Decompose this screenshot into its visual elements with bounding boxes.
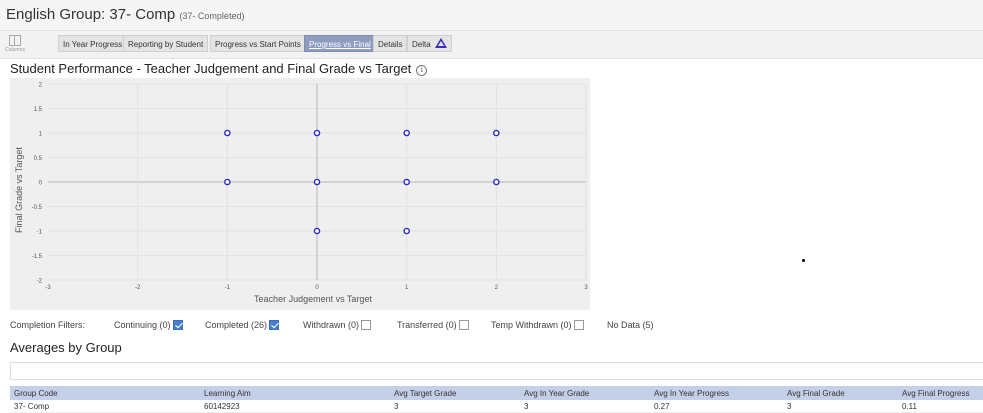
table-cell: 60142923 <box>200 400 390 413</box>
filter-label: Withdrawn (0) <box>303 320 360 330</box>
tab-label: Progress vs Final <box>309 40 371 49</box>
columns-button[interactable]: Columns <box>2 33 28 57</box>
tab-details[interactable]: Details <box>373 35 408 52</box>
column-header[interactable]: Avg In Year Progress <box>650 386 783 400</box>
tab-label: Progress vs Start Points <box>215 40 301 49</box>
y-tick-label: -1.5 <box>32 254 43 260</box>
tab-progress-vs-final[interactable]: Progress vs Final <box>304 35 376 52</box>
info-icon[interactable]: i <box>416 65 428 76</box>
filter-checkbox[interactable] <box>573 320 584 330</box>
group-subtitle: (37- Completed) <box>179 11 245 21</box>
grid-filter-bar[interactable] <box>10 362 983 380</box>
filter-label: Continuing (0) <box>114 320 171 330</box>
filter-label: Transferred (0) <box>397 320 457 330</box>
filter-checkbox[interactable] <box>458 320 469 330</box>
column-header[interactable]: Learning Aim <box>200 386 390 400</box>
delta-icon <box>434 38 447 48</box>
filter-continuing[interactable]: Continuing (0) <box>114 320 183 330</box>
tab-label: Details <box>378 40 403 49</box>
columns-label: Columns <box>5 47 25 53</box>
title-bar: English Group: 37- Comp (37- Completed) <box>0 0 983 31</box>
table-header-row: Group Code Learning Aim Avg Target Grade… <box>10 386 983 400</box>
filter-temp-withdrawn[interactable]: Temp Withdrawn (0) <box>491 320 584 330</box>
data-point <box>313 178 321 186</box>
y-axis-title: Final Grade vs Target <box>14 147 24 233</box>
averages-heading: Averages by Group <box>10 340 122 355</box>
x-tick-label: -3 <box>45 285 51 291</box>
column-header[interactable]: Avg Final Progress <box>898 386 983 400</box>
data-point <box>224 178 231 186</box>
tab-progress-vs-start-points[interactable]: Progress vs Start Points <box>210 35 306 52</box>
data-point <box>403 129 410 137</box>
table-cell: 3 <box>520 400 650 413</box>
filters-label: Completion Filters: <box>10 320 86 330</box>
performance-title: Student Performance - Teacher Judgement … <box>10 61 412 76</box>
data-point <box>403 227 410 235</box>
table-cell: 0.27 <box>650 400 783 413</box>
table-row[interactable]: 37- Comp 60142923 3 3 0.27 3 0.11 <box>10 400 983 413</box>
x-tick-label: -2 <box>135 285 141 291</box>
data-point <box>224 129 231 137</box>
x-axis-title: Teacher Judgement vs Target <box>254 294 372 304</box>
averages-title: Averages by Group <box>10 340 122 355</box>
table-cell: 3 <box>783 400 898 413</box>
tab-label: Reporting by Student <box>128 40 204 49</box>
data-point <box>313 227 321 235</box>
data-point <box>313 129 321 137</box>
filter-checkbox[interactable] <box>269 320 280 330</box>
filter-checkbox[interactable] <box>361 320 372 330</box>
column-header[interactable]: Avg In Year Grade <box>520 386 650 400</box>
column-header[interactable]: Avg Target Grade <box>390 386 520 400</box>
tab-reporting-by-student[interactable]: Reporting by Student <box>123 35 209 52</box>
filter-label: Temp Withdrawn (0) <box>491 320 572 330</box>
group-title: English Group: 37- Comp <box>6 6 176 23</box>
performance-heading: Student Performance - Teacher Judgement … <box>10 61 428 76</box>
column-header[interactable]: Group Code <box>10 386 200 400</box>
y-tick-label: 1.5 <box>34 107 43 113</box>
x-tick-label: -1 <box>225 285 231 291</box>
y-tick-label: -1 <box>37 230 43 236</box>
y-tick-label: -0.5 <box>32 205 43 211</box>
chart-background <box>10 78 590 310</box>
filter-label: Completed (26) <box>205 320 268 330</box>
completion-filters: Completion Filters: Continuing (0) Compl… <box>0 316 983 334</box>
tab-label: In Year Progress <box>63 40 123 49</box>
page-title: English Group: 37- Comp (37- Completed) <box>6 6 244 23</box>
filter-no-data: No Data (5) <box>607 320 654 330</box>
data-point <box>493 178 500 186</box>
data-point <box>493 129 500 137</box>
y-tick-label: 0.5 <box>34 156 43 162</box>
y-tick-label: -2 <box>37 279 43 285</box>
tab-delta[interactable]: Delta <box>407 35 452 52</box>
table-cell: 0.11 <box>898 400 983 413</box>
table-cell: 3 <box>390 400 520 413</box>
filter-completed[interactable]: Completed (26) <box>205 320 280 330</box>
tab-label: Delta <box>412 40 431 49</box>
toolbar: Columns In Year Progress Reporting by St… <box>0 31 983 59</box>
filter-label: No Data (5) <box>607 320 654 330</box>
table-cell: 37- Comp <box>10 400 200 413</box>
column-header[interactable]: Avg Final Grade <box>783 386 898 400</box>
scatter-chart: 21.510.50-0.5-1-1.5-2-3 -2 -1 0 1 2 3Teacher J… <box>10 78 590 310</box>
filter-checkbox[interactable] <box>172 320 183 330</box>
columns-icon <box>9 35 21 46</box>
filter-transferred[interactable]: Transferred (0) <box>397 320 469 330</box>
cursor-dot <box>802 259 805 262</box>
data-point <box>403 178 410 186</box>
filter-withdrawn[interactable]: Withdrawn (0) <box>303 320 372 330</box>
tab-in-year-progress[interactable]: In Year Progress <box>58 35 128 52</box>
